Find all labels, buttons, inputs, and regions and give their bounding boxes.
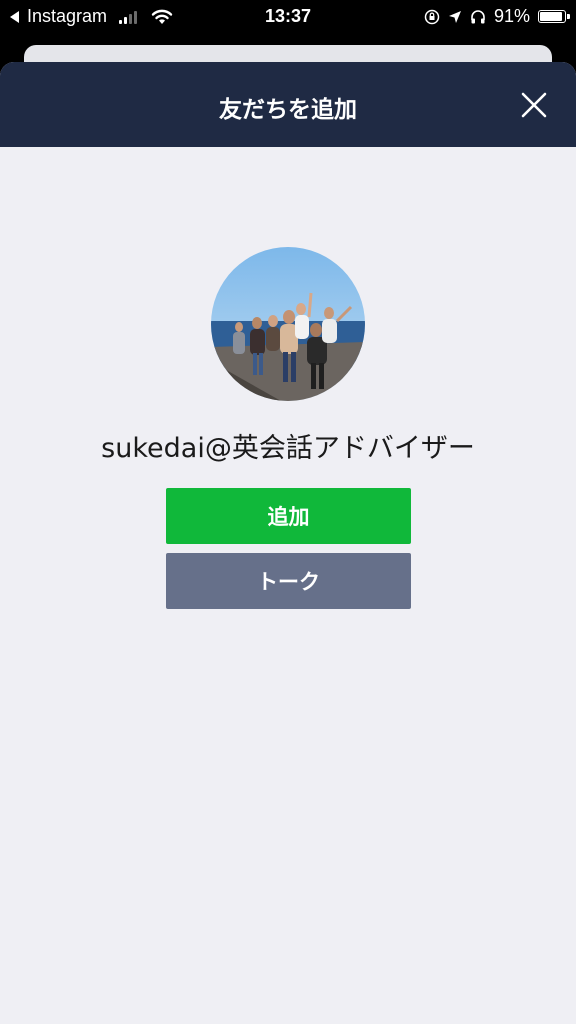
profile-name: sukedai@英会話アドバイザー xyxy=(101,433,475,464)
status-bar: Instagram 13:37 91% xyxy=(0,0,576,34)
talk-button[interactable]: トーク xyxy=(166,553,411,609)
battery-fill xyxy=(540,12,562,21)
sheet-title: 友だちを追加 xyxy=(219,97,357,123)
location-icon xyxy=(448,10,461,23)
avatar[interactable] xyxy=(211,247,365,401)
close-icon[interactable] xyxy=(520,91,548,119)
add-friend-button[interactable]: 追加 xyxy=(166,488,411,544)
sheet-header: 友だちを追加 xyxy=(0,62,576,147)
battery-percent: 91% xyxy=(493,6,530,26)
avatar-photo xyxy=(211,247,365,401)
add-friend-sheet: 友だちを追加 sukedai@英会話アドバイザー 追加 トーク xyxy=(0,62,576,1024)
orientation-lock-icon xyxy=(424,9,440,24)
headphones-icon xyxy=(471,9,485,23)
battery-icon xyxy=(538,10,570,23)
status-right: 91% xyxy=(424,6,570,27)
